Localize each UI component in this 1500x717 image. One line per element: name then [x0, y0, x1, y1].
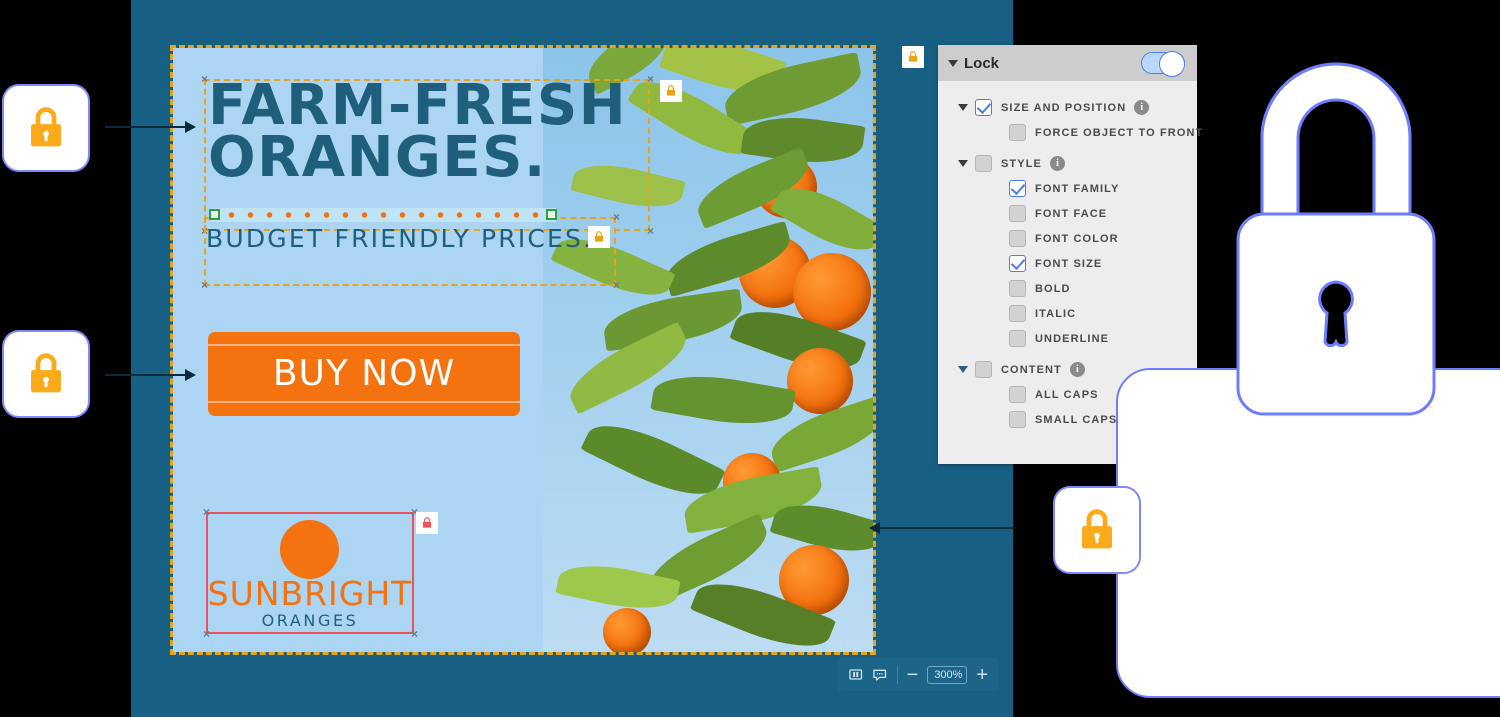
lock-toggle[interactable]: [1141, 51, 1185, 77]
arrow-left-icon: [869, 522, 880, 534]
label-font-color: FONT COLOR: [1035, 232, 1119, 245]
buy-now-label: BUY NOW: [272, 353, 456, 394]
callout-lock-chip-1[interactable]: [2, 84, 90, 172]
triangle-down-icon[interactable]: [948, 59, 958, 67]
connector-line-1: [105, 126, 190, 128]
zoom-out-button[interactable]: −: [907, 665, 919, 685]
option-row[interactable]: UNDERLINE: [1009, 326, 1197, 351]
info-icon[interactable]: i: [1049, 156, 1065, 171]
logo-sun-circle: [280, 520, 339, 579]
lock-badge-headline[interactable]: [660, 80, 682, 102]
sunbright-logo[interactable]: SUNBRIGHT ORANGES: [206, 512, 414, 634]
checkbox-font-size[interactable]: [1009, 255, 1026, 272]
option-row[interactable]: FONT FACE: [1009, 201, 1197, 226]
label-italic: ITALIC: [1035, 307, 1077, 320]
option-row[interactable]: FONT FAMILY: [1009, 176, 1197, 201]
lock-icon: [31, 107, 61, 147]
arrow-right-icon: [185, 369, 196, 381]
lock-icon: [31, 353, 61, 393]
checkbox-italic[interactable]: [1009, 305, 1026, 322]
group-size-and-position: SIZE AND POSITION i: [938, 95, 1197, 120]
lock-icon: [1082, 509, 1112, 549]
logo-name-text: SUNBRIGHT: [207, 574, 413, 613]
subheadline-text[interactable]: BUDGET FRIENDLY PRICES.: [206, 224, 593, 253]
toggle-knob: [1159, 51, 1185, 77]
button-inner-frame: BUY NOW: [208, 344, 520, 403]
lock-icon: [1236, 62, 1436, 416]
checkbox-font-color[interactable]: [1009, 230, 1026, 247]
buy-now-button[interactable]: BUY NOW: [208, 332, 520, 416]
triangle-down-icon[interactable]: [958, 366, 968, 373]
comment-icon[interactable]: [872, 665, 887, 684]
checkbox-force-object-to-front[interactable]: [1009, 124, 1026, 141]
orange-fruit: [787, 348, 853, 414]
callout-lock-chip-3[interactable]: [1053, 486, 1141, 574]
label-underline: UNDERLINE: [1035, 332, 1110, 345]
label-size-and-position: SIZE AND POSITION: [1001, 101, 1127, 114]
big-lock-illustration: [1216, 34, 1456, 429]
connector-line-2: [105, 374, 190, 376]
resize-handle[interactable]: [611, 280, 622, 291]
dotted-line: [217, 212, 550, 218]
label-font-size: FONT SIZE: [1035, 257, 1103, 270]
checkbox-style[interactable]: [975, 155, 992, 172]
checkbox-content[interactable]: [975, 361, 992, 378]
info-icon[interactable]: i: [1069, 362, 1085, 377]
label-force-object-to-front: FORCE OBJECT TO FRONT: [1035, 126, 1204, 139]
label-font-family: FONT FAMILY: [1035, 182, 1120, 195]
orange-fruit: [603, 608, 651, 652]
triangle-down-icon[interactable]: [958, 160, 968, 167]
callout-lock-chip-2[interactable]: [2, 330, 90, 418]
layout-icon[interactable]: [848, 665, 863, 684]
resize-handle[interactable]: [199, 280, 210, 291]
zoom-toolbar[interactable]: − 300% +: [838, 658, 998, 691]
checkbox-small-caps[interactable]: [1009, 411, 1026, 428]
option-row[interactable]: FORCE OBJECT TO FRONT: [1009, 120, 1202, 145]
divider-handle-right[interactable]: [546, 209, 557, 220]
label-content: CONTENT: [1001, 363, 1062, 376]
resize-handle[interactable]: [611, 212, 622, 223]
lock-icon: [594, 231, 604, 242]
lock-badge-subheadline[interactable]: [588, 226, 610, 248]
label-style: STYLE: [1001, 157, 1042, 170]
checkbox-size-and-position[interactable]: [975, 99, 992, 116]
checkbox-all-caps[interactable]: [1009, 386, 1026, 403]
zoom-in-button[interactable]: +: [976, 665, 988, 685]
panel-header[interactable]: Lock: [938, 45, 1197, 81]
lock-badge-logo[interactable]: [416, 512, 438, 534]
option-row[interactable]: FONT SIZE: [1009, 251, 1197, 276]
connector-line-3: [880, 527, 1015, 529]
checkbox-font-family[interactable]: [1009, 180, 1026, 197]
toolbar-divider: [896, 665, 898, 684]
option-row[interactable]: ITALIC: [1009, 301, 1197, 326]
group-style: STYLE i: [938, 151, 1197, 176]
checkbox-bold[interactable]: [1009, 280, 1026, 297]
lock-icon: [422, 517, 432, 528]
logo-tagline-text: ORANGES: [261, 611, 359, 630]
label-all-caps: ALL CAPS: [1035, 388, 1099, 401]
group-header-row[interactable]: STYLE i: [958, 151, 1197, 176]
panel-title: Lock: [964, 54, 1000, 72]
option-row[interactable]: BOLD: [1009, 276, 1197, 301]
option-row[interactable]: FONT COLOR: [1009, 226, 1197, 251]
dotted-divider-object[interactable]: [211, 208, 556, 222]
arrow-right-icon: [185, 121, 196, 133]
divider-handle-left[interactable]: [209, 209, 220, 220]
group-header-row[interactable]: SIZE AND POSITION i: [958, 95, 1197, 120]
lock-icon: [908, 51, 918, 62]
label-bold: BOLD: [1035, 282, 1071, 295]
triangle-down-icon[interactable]: [958, 104, 968, 111]
style-children: FONT FAMILY FONT FACE FONT COLOR FONT SI…: [938, 176, 1197, 351]
info-icon[interactable]: i: [1134, 100, 1150, 115]
label-font-face: FONT FACE: [1035, 207, 1108, 220]
label-small-caps: SMALL CAPS: [1035, 413, 1118, 426]
child-force-object-to-front: FORCE OBJECT TO FRONT: [938, 120, 1202, 145]
lock-icon: [666, 85, 676, 96]
lock-badge-canvas[interactable]: [902, 46, 924, 68]
headline-text[interactable]: FARM-FRESH ORANGES.: [208, 78, 656, 208]
checkbox-underline[interactable]: [1009, 330, 1026, 347]
resize-handle[interactable]: [645, 226, 656, 237]
zoom-level-value[interactable]: 300%: [927, 665, 968, 684]
checkbox-font-face[interactable]: [1009, 205, 1026, 222]
